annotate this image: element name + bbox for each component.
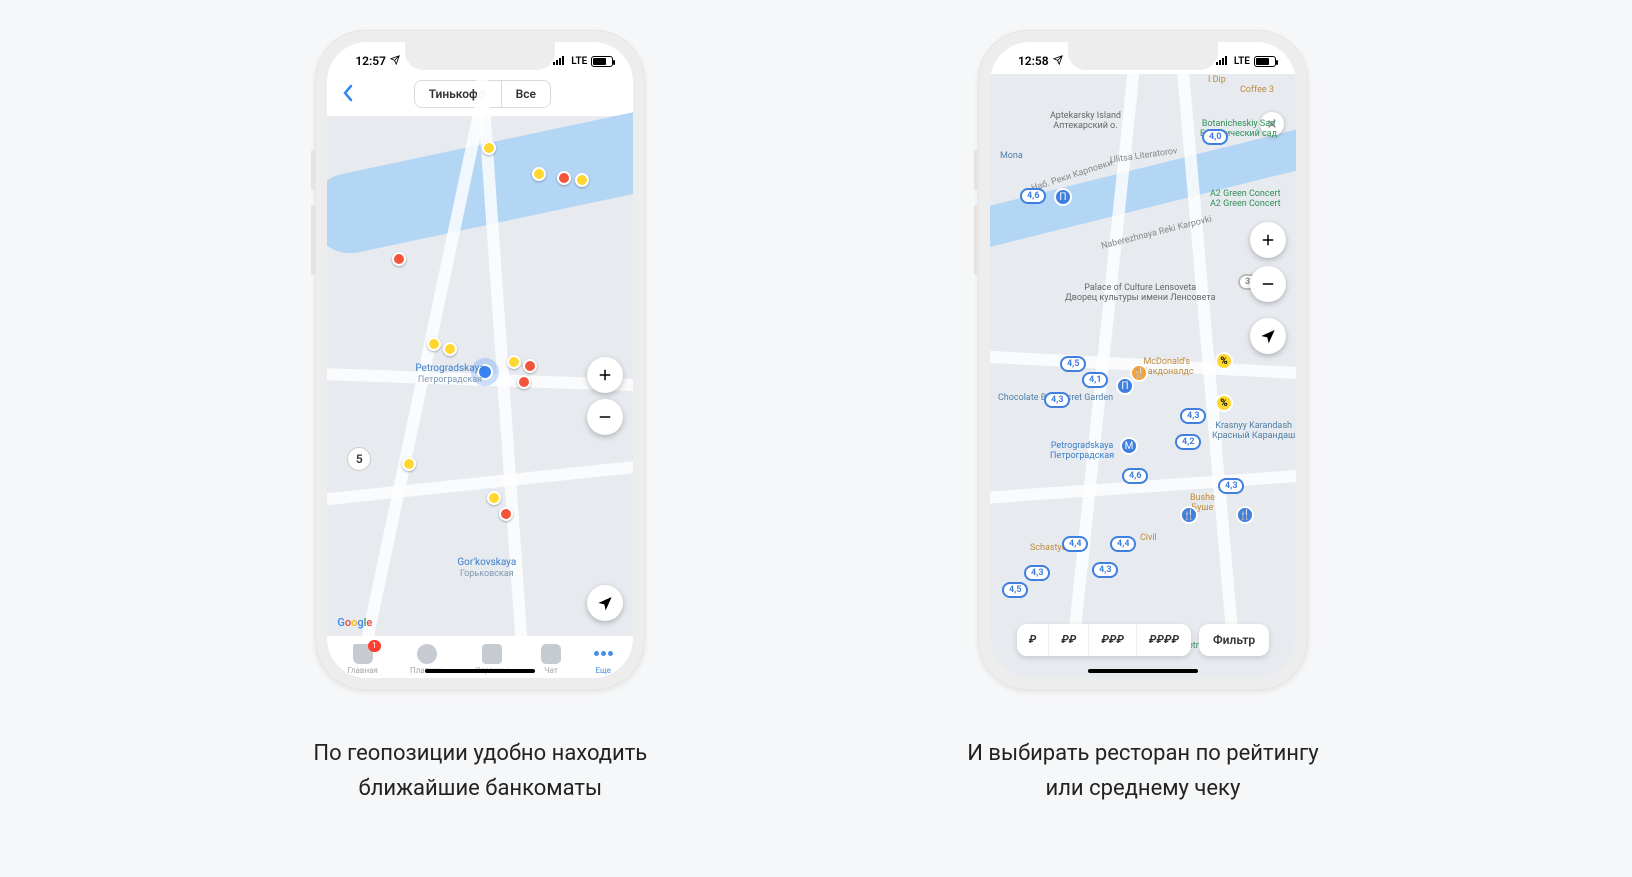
location-arrow-icon <box>1053 54 1063 68</box>
locate-me-button[interactable] <box>587 585 623 621</box>
phone-screen-1: 12:57 LTE <box>327 42 633 678</box>
map-label-island: Aptekarsky Island Аптекарский о. <box>1050 112 1121 132</box>
payments-icon <box>417 644 437 664</box>
network-label: LTE <box>571 56 587 67</box>
map-label-metro: Petrogradskaya Петроградская <box>415 363 484 385</box>
atm-marker[interactable] <box>507 355 521 369</box>
network-label: LTE <box>1234 56 1250 67</box>
rating-chip[interactable]: 4,0 <box>1202 129 1229 145</box>
rating-chip[interactable]: 4,2 <box>1175 434 1202 450</box>
chat-icon <box>541 644 561 664</box>
phone-frame-1: 12:57 LTE <box>315 30 645 690</box>
services-icon <box>482 644 502 664</box>
caption-2: И выбирать ресторан по рейтингу или сред… <box>967 736 1318 806</box>
zoom-out-button[interactable] <box>587 399 623 435</box>
tab-more[interactable]: Еще <box>593 644 613 675</box>
rating-chip[interactable]: 4,5 <box>1060 356 1087 372</box>
poi-food-icon[interactable]: 🍴 <box>1180 506 1198 524</box>
map-label-karandash: Krasnyy Karandash Красный Карандаш <box>1212 422 1295 442</box>
rating-chip[interactable]: 4,3 <box>1180 408 1207 424</box>
map-label-concert: A2 Green Concert А2 Green Concert <box>1210 190 1281 210</box>
map-label-culture: Palace of Culture Lensoveta Дворец культ… <box>1065 284 1216 304</box>
tab-home[interactable]: 1 Главная <box>347 644 377 675</box>
atm-cluster[interactable]: 5 <box>347 447 371 471</box>
poi-metro-icon[interactable]: М <box>1120 437 1138 455</box>
notch <box>1068 42 1218 70</box>
battery-icon <box>591 56 613 67</box>
rating-chip[interactable]: 4,3 <box>1044 392 1071 408</box>
price-3[interactable]: ₽₽₽ <box>1089 624 1137 656</box>
atm-marker[interactable] <box>523 359 537 373</box>
notification-badge: 1 <box>368 640 381 652</box>
poi-metro-icon[interactable]: П <box>1054 188 1072 206</box>
map-label-metro-2: Gor'kovskaya Горьковская <box>457 557 516 579</box>
zoom-out-button[interactable] <box>1250 266 1286 302</box>
location-arrow-icon <box>390 54 400 68</box>
map-label-mona: Mona <box>1000 152 1023 162</box>
zoom-in-button[interactable] <box>1250 222 1286 258</box>
seg-all[interactable]: Все <box>502 81 550 107</box>
rating-chip[interactable]: 4,4 <box>1110 536 1137 552</box>
map-attribution: Google <box>337 616 372 629</box>
signal-icon <box>553 55 567 68</box>
map-atms[interactable]: 5 Petrogradskaya Петроградская Gor'kovsk… <box>327 117 633 635</box>
rating-chip[interactable]: 4,6 <box>1020 188 1047 204</box>
home-indicator[interactable] <box>1088 669 1198 673</box>
poi-metro-icon[interactable]: П <box>1116 377 1134 395</box>
map-label-dip: I Dip <box>1208 76 1226 86</box>
map-label-civil: Civil <box>1140 534 1157 544</box>
status-time: 12:57 <box>355 54 386 68</box>
caption-1: По геопозиции удобно находить ближайшие … <box>313 736 647 806</box>
rating-chip[interactable]: 4,3 <box>1218 478 1245 494</box>
rating-chip[interactable]: 4,5 <box>1002 582 1029 598</box>
poi-discount-icon[interactable]: % <box>1215 352 1233 370</box>
column-restaurants: 12:58 LTE <box>967 30 1318 806</box>
map-label-schastye: Schastye <box>1030 544 1066 554</box>
rating-chip[interactable]: 4,4 <box>1062 536 1089 552</box>
map-restaurants[interactable]: Aptekarsky Island Аптекарский о. Botanic… <box>990 74 1296 678</box>
price-1[interactable]: ₽ <box>1017 624 1050 656</box>
phone-frame-2: 12:58 LTE <box>978 30 1308 690</box>
tab-chat[interactable]: Чат <box>541 644 561 675</box>
atm-marker[interactable] <box>392 252 406 266</box>
column-atms: 12:57 LTE <box>313 30 647 806</box>
signal-icon <box>1216 55 1230 68</box>
back-button[interactable] <box>337 80 359 108</box>
price-filter-row: ₽ ₽₽ ₽₽₽ ₽₽₽₽ Фильтр <box>990 624 1296 656</box>
status-time: 12:58 <box>1018 54 1049 68</box>
map-label-petro: Petrogradskaya Петроградская <box>1050 442 1114 462</box>
phone-screen-2: 12:58 LTE <box>990 42 1296 678</box>
rating-chip[interactable]: 4,3 <box>1024 565 1051 581</box>
locate-me-button[interactable] <box>1250 318 1286 354</box>
atm-marker[interactable] <box>402 457 416 471</box>
page-container: 12:57 LTE <box>0 0 1632 806</box>
poi-discount-icon[interactable]: % <box>1215 394 1233 412</box>
rating-chip[interactable]: 4,3 <box>1092 562 1119 578</box>
price-2[interactable]: ₽₽ <box>1049 624 1089 656</box>
battery-icon <box>1254 56 1276 67</box>
poi-food-icon[interactable]: 🍴 <box>1130 364 1148 382</box>
map-road <box>327 436 633 511</box>
home-icon: 1 <box>353 644 373 664</box>
rating-chip[interactable]: 4,6 <box>1122 468 1149 484</box>
poi-food-icon[interactable]: 🍴 <box>1236 506 1254 524</box>
price-segmented: ₽ ₽₽ ₽₽₽ ₽₽₽₽ <box>1017 624 1191 656</box>
atm-marker[interactable] <box>443 342 457 356</box>
rating-chip[interactable]: 4,1 <box>1082 372 1109 388</box>
atm-marker[interactable] <box>427 337 441 351</box>
notch <box>405 42 555 70</box>
atm-marker[interactable] <box>487 491 501 505</box>
map-label-coffee3: Coffee 3 <box>1240 86 1274 96</box>
more-icon <box>593 644 613 664</box>
home-indicator[interactable] <box>425 669 535 673</box>
map-label-mcd: McDonald's Макдоналдс <box>1140 358 1194 378</box>
filter-button[interactable]: Фильтр <box>1199 624 1269 656</box>
price-4[interactable]: ₽₽₽₽ <box>1137 624 1191 656</box>
